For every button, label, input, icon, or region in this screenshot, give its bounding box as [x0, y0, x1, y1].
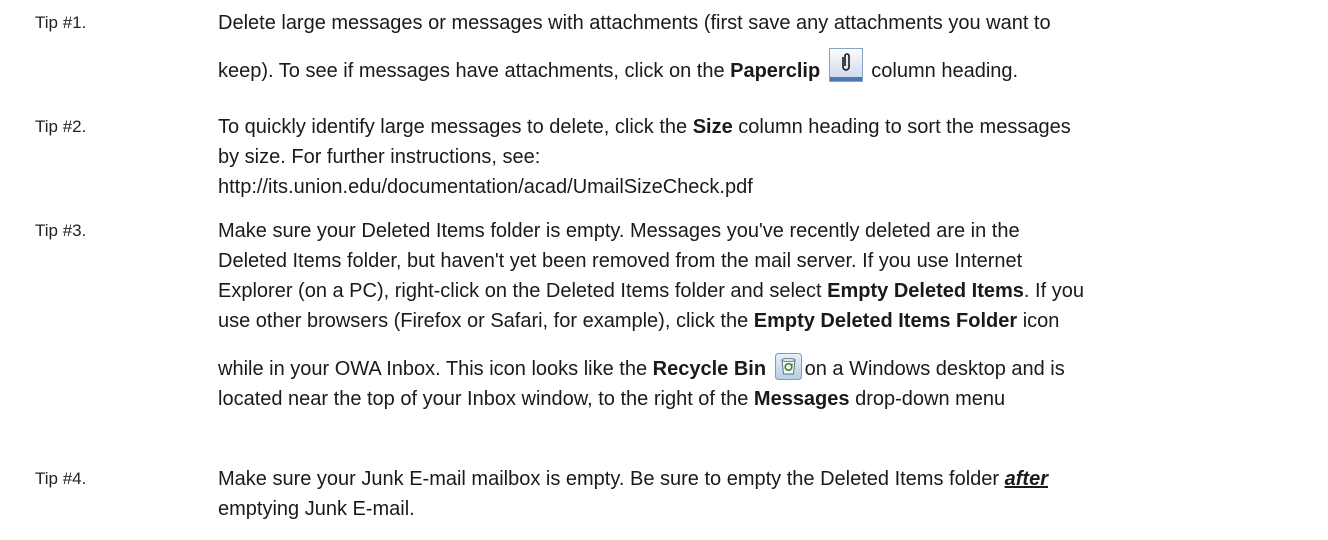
size-term: Size — [692, 116, 733, 138]
tip-line: Explorer (on a PC), right-click on the D… — [218, 276, 1313, 306]
empty-deleted-items-folder-term: Empty Deleted Items Folder — [753, 310, 1018, 332]
tip-label: Tip #3. — [35, 221, 87, 240]
documentation-url: http://its.union.edu/documentation/acad/… — [218, 176, 753, 198]
tip-line: To quickly identify large messages to de… — [218, 112, 1313, 142]
text-run: . If you — [1023, 280, 1084, 302]
text-run: use other browsers (Firefox or Safari, f… — [218, 310, 754, 332]
paperclip-icon — [828, 48, 863, 82]
tip-line: while in your OWA Inbox. This icon looks… — [218, 336, 1313, 384]
text-run: located near the top of your Inbox windo… — [218, 388, 754, 410]
tip-line: located near the top of your Inbox windo… — [218, 384, 1313, 414]
tip-line: use other browsers (Firefox or Safari, f… — [218, 306, 1313, 336]
tip-line: keep). To see if messages have attachmen… — [218, 38, 1313, 86]
paperclip-term: Paperclip — [730, 60, 821, 82]
tip-body: Make sure your Deleted Items folder is e… — [218, 216, 1313, 414]
text-run: drop-down menu — [849, 388, 1006, 410]
tip-label: Tip #4. — [35, 469, 87, 488]
tip-body: Make sure your Junk E-mail mailbox is em… — [218, 464, 1313, 524]
tip-line: Delete large messages or messages with a… — [218, 12, 1051, 34]
after-emphasis: after — [1004, 468, 1048, 490]
tip-body: To quickly identify large messages to de… — [218, 112, 1313, 202]
tip-line: by size. For further instructions, see: — [218, 146, 541, 168]
tip-label: Tip #2. — [35, 117, 87, 136]
tip-line: emptying Junk E-mail. — [218, 498, 415, 520]
empty-deleted-items-term: Empty Deleted Items — [827, 280, 1024, 302]
text-run: column heading to sort the messages — [732, 116, 1071, 138]
text-run: keep). To see if messages have attachmen… — [218, 60, 731, 82]
tip-line: Deleted Items folder, but haven't yet be… — [218, 250, 1023, 272]
messages-term: Messages — [753, 388, 850, 410]
text-run: column heading. — [865, 60, 1019, 82]
tip-line: Make sure your Junk E-mail mailbox is em… — [218, 464, 1313, 494]
tip-body: Delete large messages or messages with a… — [218, 8, 1313, 86]
tips-document: Tip #1. Delete large messages or message… — [0, 0, 1328, 540]
tip-label: Tip #1. — [35, 13, 87, 32]
text-run: on a Windows desktop and is — [804, 358, 1065, 380]
text-run: To quickly identify large messages to de… — [218, 116, 693, 138]
recycle-bin-term: Recycle Bin — [652, 358, 767, 380]
text-run: while in your OWA Inbox. This icon looks… — [218, 358, 653, 380]
text-run: Explorer (on a PC), right-click on the D… — [218, 280, 828, 302]
tip-line: Make sure your Deleted Items folder is e… — [218, 220, 1020, 242]
text-run: Make sure your Junk E-mail mailbox is em… — [218, 468, 1005, 490]
text-run: icon — [1017, 310, 1060, 332]
recycle-bin-icon — [774, 353, 802, 380]
